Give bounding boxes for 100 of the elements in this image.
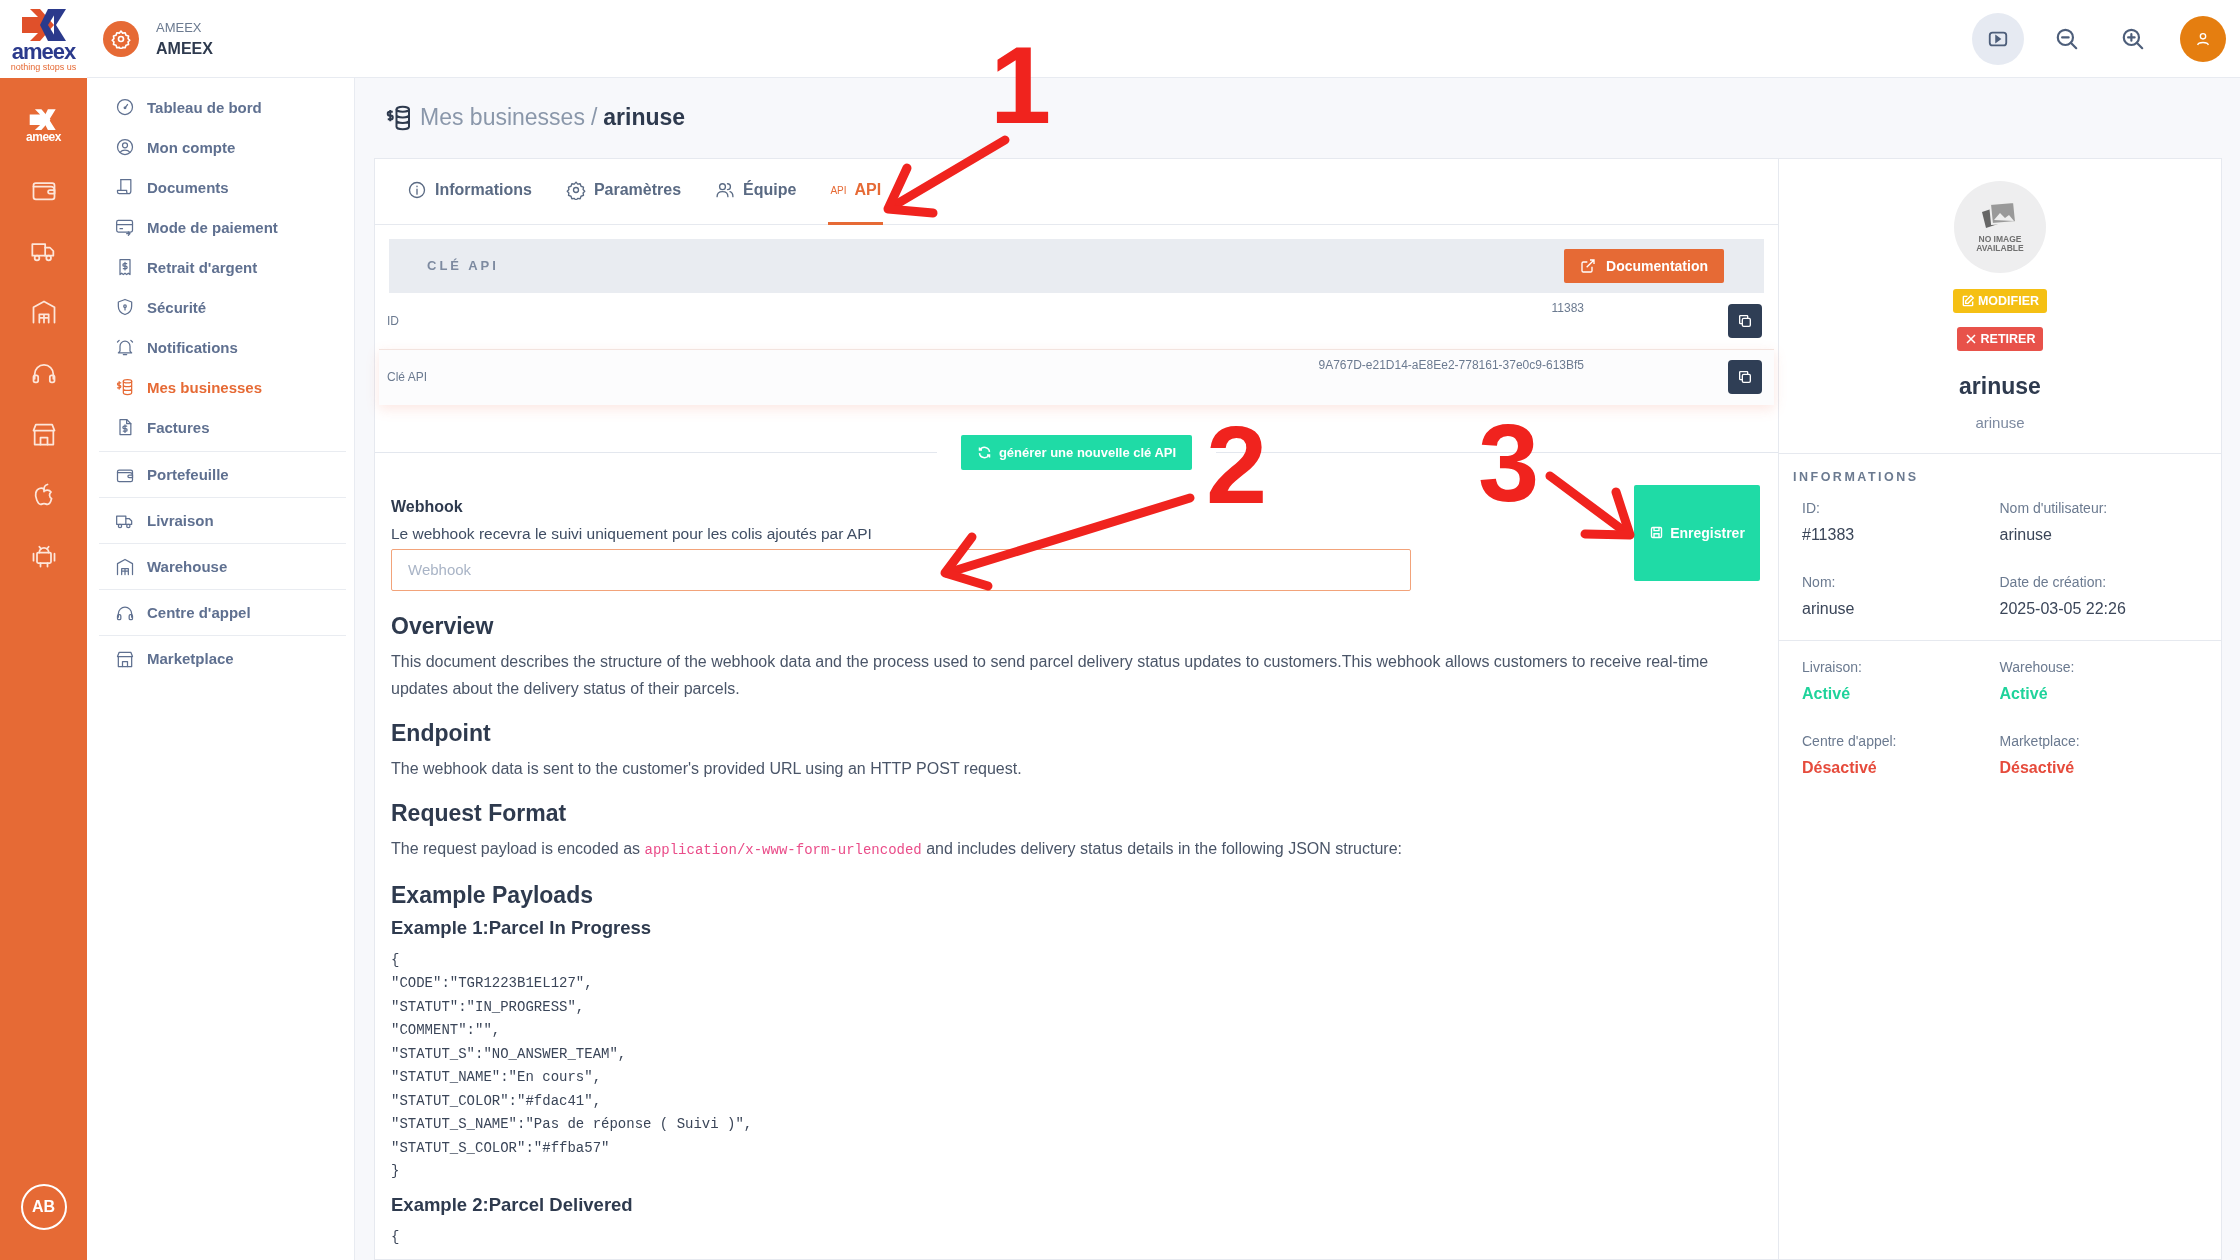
account-avatar[interactable] — [103, 20, 139, 57]
nav-item[interactable]: Factures — [99, 407, 346, 447]
section-title: INFORMATIONS — [1793, 469, 1920, 484]
bell-icon — [115, 337, 135, 357]
account-label: AMEEX — [156, 19, 203, 35]
refresh-icon — [976, 445, 992, 460]
coins-icon — [115, 377, 135, 397]
example-heading: Example 1:Parcel In Progress — [391, 916, 653, 939]
code-line: "STATUT_S":"NO_ANSWER_TEAM", — [391, 1044, 628, 1064]
copy-button[interactable] — [1728, 360, 1762, 394]
annotation-number: 2 — [1206, 410, 1268, 520]
nav-item[interactable]: Mode de paiement — [99, 207, 346, 247]
info-label: ID: — [1802, 499, 1821, 516]
user-avatar[interactable]: AB — [20, 1184, 67, 1230]
module-status: Désactivé — [1802, 758, 1878, 777]
nav-item[interactable]: Sécurité — [99, 287, 346, 327]
no-image-text: NO IMAGE AVAILABLE — [1976, 234, 2024, 254]
info-label: Nom d'utilisateur: — [1999, 499, 2109, 516]
info-label: Nom: — [1802, 573, 1837, 590]
paragraph: The webhook data is sent to the customer's provided URL using an HTTP POST request. — [391, 758, 1023, 779]
module-label: Centre d'appel: — [1802, 732, 1898, 749]
account-name: AMEEX — [156, 39, 213, 58]
shield-icon — [115, 297, 135, 317]
nav-item[interactable]: Notifications — [99, 327, 346, 367]
info-icon — [407, 180, 427, 200]
nav-item[interactable]: Marketplace — [99, 635, 346, 681]
field-value: 9A767D-e21D14-aE8Ee2-778161-37e0c9-613Bf5 — [1318, 356, 1584, 372]
nav-item[interactable]: Mon compte — [99, 127, 346, 167]
tab[interactable]: API API — [828, 158, 884, 225]
annotation-number: 1 — [990, 30, 1052, 140]
module-status: Activé — [1802, 684, 1852, 703]
logo-text: ameex — [11, 40, 76, 63]
gauge-icon — [115, 97, 135, 117]
code-line: "STATUT_COLOR":"#fdac41", — [391, 1091, 603, 1111]
field-label: Clé API — [387, 370, 429, 384]
business-name: arinuse — [1959, 372, 2041, 400]
info-value: arinuse — [1999, 525, 2053, 544]
module-label: Marketplace: — [1999, 732, 2081, 749]
rail-logo-text: ameex — [26, 130, 61, 144]
nav-item[interactable]: Centre d'appel — [99, 589, 346, 635]
code-line: } — [391, 1162, 401, 1181]
section-heading: Overview — [391, 612, 495, 640]
webhook-label: Webhook — [391, 497, 464, 516]
tab[interactable]: Paramètres — [563, 158, 684, 225]
webhook-field[interactable]: Webhook — [391, 548, 1411, 591]
users-icon — [715, 180, 736, 200]
code-line: "COMMENT":"", — [391, 1021, 502, 1040]
section-heading: Endpoint — [391, 719, 492, 747]
close-icon — [1964, 332, 1977, 345]
warehouse-icon — [115, 556, 135, 577]
remove-button[interactable]: RETIRER — [1956, 326, 2044, 351]
nav-item[interactable]: Retrait d'argent — [99, 247, 346, 287]
info-value: arinuse — [1802, 599, 1856, 618]
code-line: "STATUT_S_COLOR":"#ffba57" — [391, 1138, 611, 1158]
field-value: 11383 — [1551, 299, 1584, 315]
save-icon — [1649, 525, 1665, 540]
external-link-icon — [1580, 257, 1597, 274]
code-line: "CODE":"TGR1223B1EL127", — [391, 974, 594, 993]
nav-item[interactable]: Livraison — [99, 497, 346, 543]
logo-tagline: nothing stops us — [10, 62, 77, 72]
module-status: Désactivé — [1999, 758, 2076, 777]
webhook-hint: Le webhook recevra le suivi uniquement pour les colis ajoutés par API — [391, 524, 873, 543]
paragraph: The request payload is encoded as application/x-www-form-urlencoded and includes delivery status details in the following JSON structure: — [391, 838, 1403, 860]
info-label: Date de création: — [1999, 573, 2108, 590]
credit-card-icon — [115, 217, 135, 237]
module-status: Activé — [1999, 684, 2049, 703]
nav-item[interactable]: Warehouse — [99, 543, 346, 589]
copy-icon — [1737, 312, 1753, 329]
video-button[interactable] — [1972, 12, 2024, 65]
nav-item[interactable]: Portefeuille — [99, 451, 346, 497]
nav-item[interactable]: Tableau de bord — [99, 87, 346, 127]
user-circle-icon — [115, 137, 135, 157]
section-heading: Example Payloads — [391, 881, 594, 909]
info-value: 2025-03-05 22:26 — [1999, 599, 2127, 618]
code-line: { — [391, 950, 401, 970]
breadcrumb-link[interactable]: Mes businesses — [420, 104, 585, 132]
nav-item[interactable]: Documents — [99, 167, 346, 207]
info-value: #11383 — [1802, 525, 1856, 544]
section-title: CLÉ API — [427, 258, 499, 273]
documentation-button[interactable]: Documentation — [1564, 248, 1724, 283]
tab[interactable]: Informations — [405, 158, 534, 225]
tab[interactable]: Équipe — [713, 158, 799, 225]
breadcrumb-current: arinuse — [603, 104, 686, 132]
module-label: Livraison: — [1802, 658, 1863, 675]
copy-button[interactable] — [1728, 303, 1762, 338]
module-label: Warehouse: — [1999, 658, 2076, 675]
paragraph: This document describes the structure of the webhook data and the process used to send parcel delivery status updates to customers.This webhook allows customers to receive real-time updates about the delivery status of their parcels. — [391, 651, 1710, 699]
section-heading: Request Format — [391, 799, 568, 827]
copy-icon — [1737, 369, 1753, 385]
annotation-number: 3 — [1478, 408, 1540, 518]
edit-icon — [1960, 293, 1975, 308]
business-username: arinuse — [1975, 413, 2025, 431]
code-line: { — [391, 1227, 401, 1247]
user-icon — [2195, 30, 2211, 47]
example-heading: Example 2:Parcel Delivered — [391, 1193, 634, 1216]
user-avatar[interactable] — [2180, 15, 2226, 62]
settings-icon — [111, 28, 131, 49]
api-icon: API — [830, 184, 847, 196]
field-label: ID — [387, 313, 400, 328]
nav-item[interactable]: Mes businesses — [99, 367, 346, 407]
